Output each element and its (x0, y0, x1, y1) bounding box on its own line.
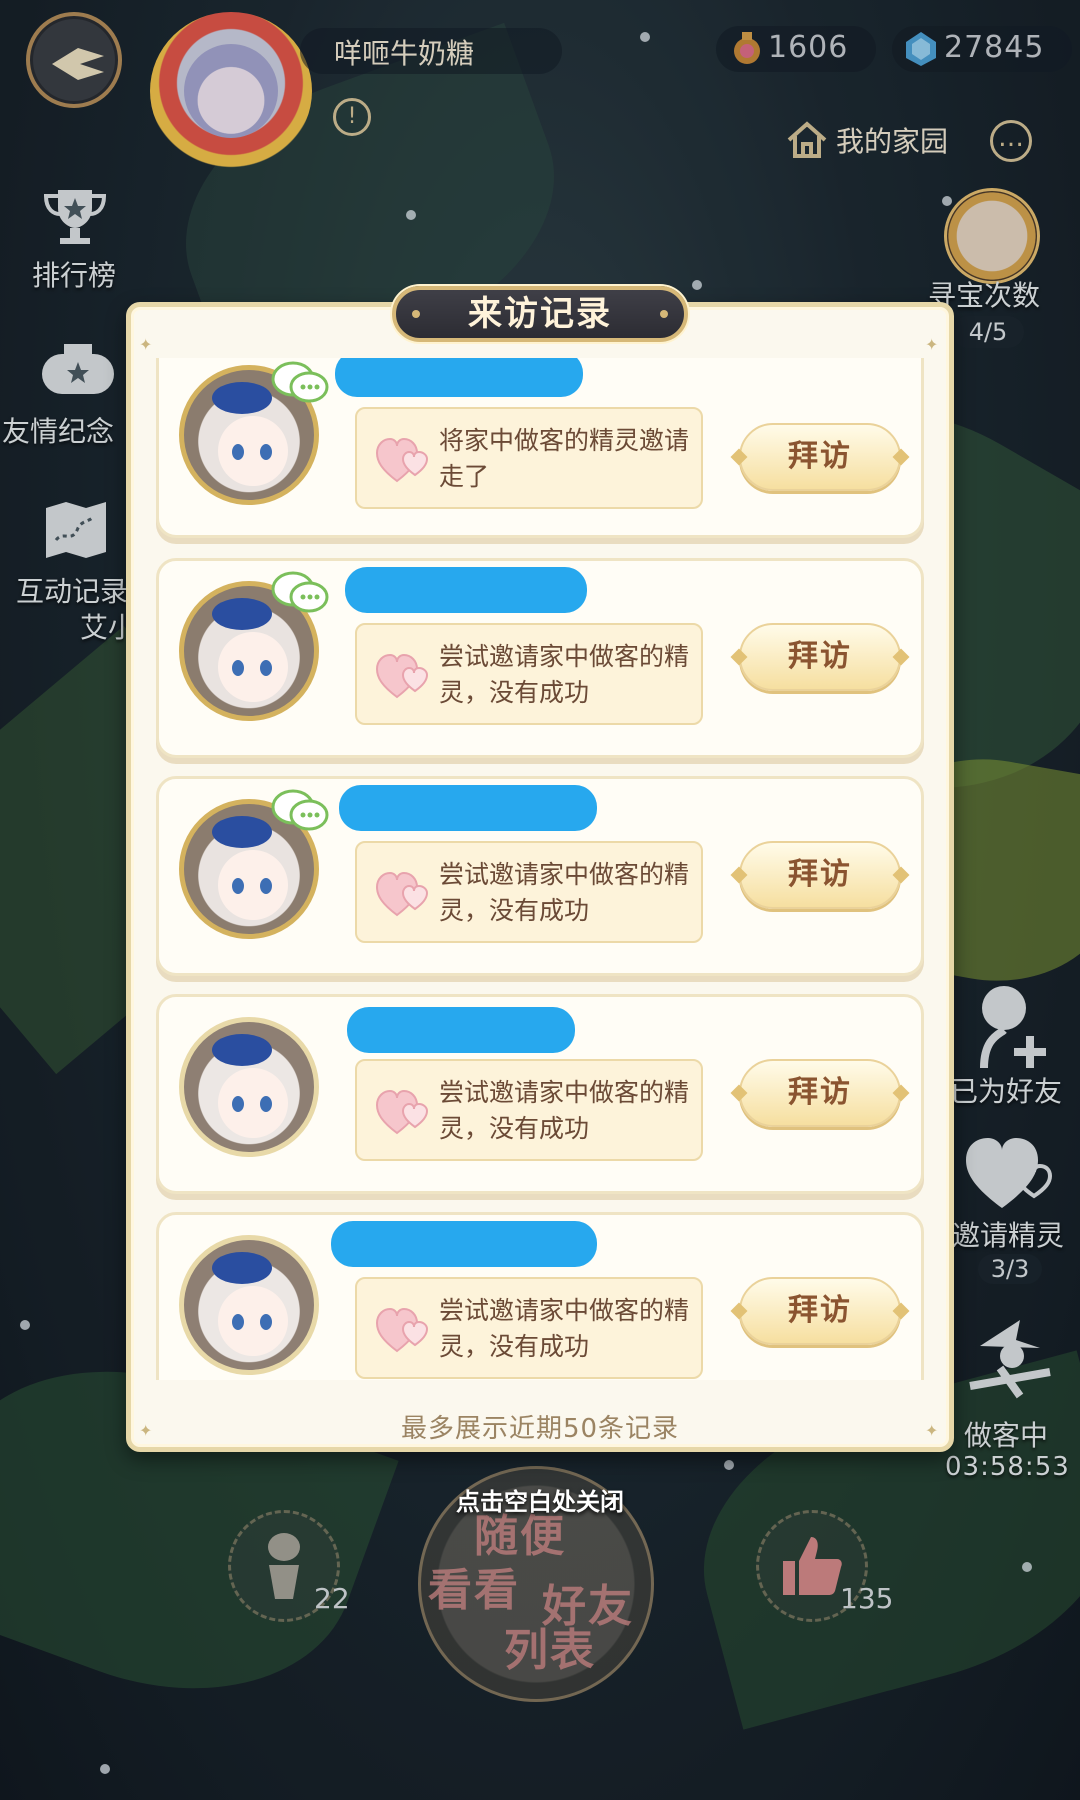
record-row: 尝试邀请家中做客的精灵，没有成功 拜访 (156, 776, 924, 976)
message-box: 尝试邀请家中做客的精灵，没有成功 (355, 1277, 703, 1379)
message-box: 尝试邀请家中做客的精灵，没有成功 (355, 623, 703, 725)
redacted-name (339, 785, 597, 831)
redacted-name (345, 567, 587, 613)
heart-icon (375, 871, 429, 917)
redacted-name (331, 1221, 597, 1267)
visit-button[interactable]: 拜访 (739, 423, 901, 491)
record-message: 尝试邀请家中做客的精灵，没有成功 (439, 1078, 690, 1143)
heart-icon (375, 1089, 429, 1135)
record-row: 尝试邀请家中做客的精灵，没有成功 拜访 (156, 1212, 924, 1380)
visitor-avatar[interactable] (179, 1017, 319, 1157)
corner-ornament: ✦ (139, 335, 153, 354)
message-box: 尝试邀请家中做客的精灵，没有成功 (355, 841, 703, 943)
record-message: 尝试邀请家中做客的精灵，没有成功 (439, 860, 690, 925)
visit-button[interactable]: 拜访 (739, 623, 901, 691)
record-message: 将家中做客的精灵邀请走了 (439, 426, 690, 491)
visit-button[interactable]: 拜访 (739, 841, 901, 909)
chat-icon (271, 361, 329, 403)
redacted-name (335, 358, 583, 397)
redacted-name (347, 1007, 575, 1053)
record-limit-note: 最多展示近期50条记录 (400, 1414, 680, 1444)
heart-icon (375, 1307, 429, 1353)
record-message: 尝试邀请家中做客的精灵，没有成功 (439, 1296, 690, 1361)
chat-icon (271, 571, 329, 613)
dialog-title-text: 来访记录 (468, 294, 612, 334)
heart-icon (375, 437, 429, 483)
close-hint: 点击空白处关闭 (456, 1488, 624, 1516)
record-message: 尝试邀请家中做客的精灵，没有成功 (439, 642, 690, 707)
visit-button[interactable]: 拜访 (739, 1277, 901, 1345)
dialog-title: 来访记录 (392, 286, 688, 342)
visitor-avatar[interactable] (179, 1235, 319, 1375)
chat-icon (271, 789, 329, 831)
title-dot (660, 310, 668, 318)
message-box: 将家中做客的精灵邀请走了 (355, 407, 703, 509)
record-row: 将家中做客的精灵邀请走了 拜访 (156, 358, 924, 538)
title-dot (412, 310, 420, 318)
message-box: 尝试邀请家中做客的精灵，没有成功 (355, 1059, 703, 1161)
corner-ornament: ✦ (925, 335, 939, 354)
visit-record-list[interactable]: 将家中做客的精灵邀请走了 拜访 尝试邀请家中做客的精灵，没有成功 拜访 尝试邀请… (156, 358, 924, 1380)
visit-button[interactable]: 拜访 (739, 1059, 901, 1127)
record-row: 尝试邀请家中做客的精灵，没有成功 拜访 (156, 558, 924, 758)
heart-icon (375, 653, 429, 699)
record-row: 尝试邀请家中做客的精灵，没有成功 拜访 (156, 994, 924, 1194)
